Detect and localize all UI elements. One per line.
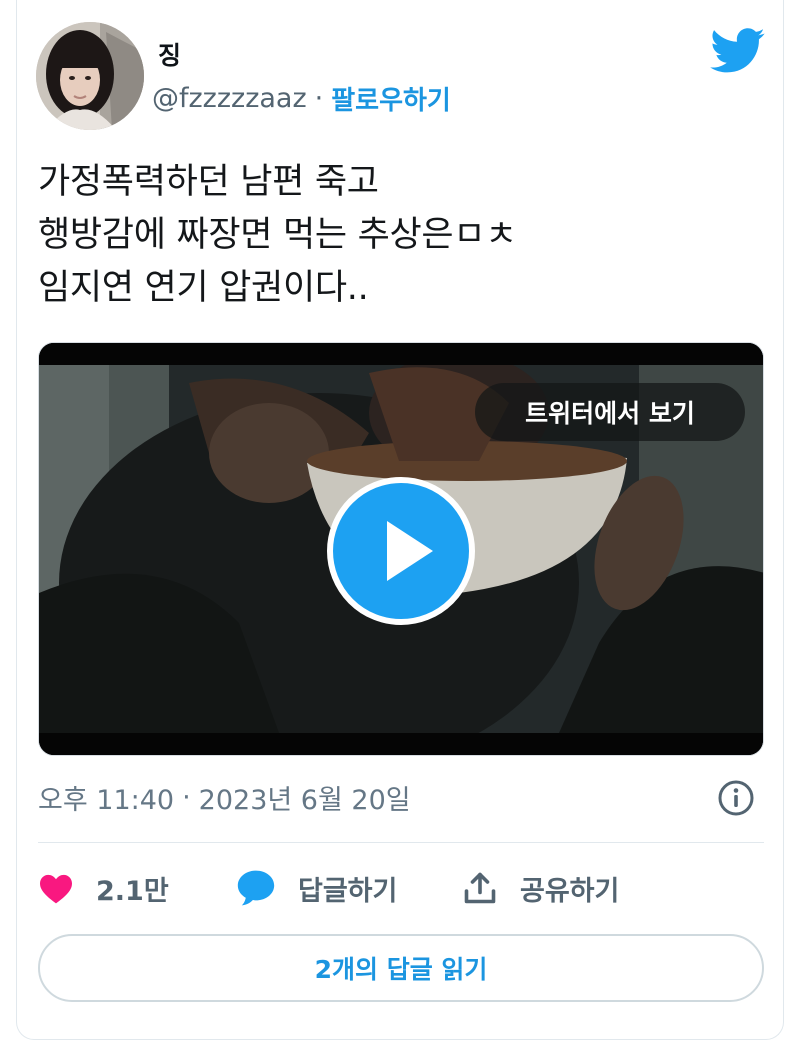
reply-button[interactable]: 답글하기 <box>236 862 397 914</box>
divider <box>38 842 764 843</box>
tweet-time: 오후 11:40 <box>38 785 175 816</box>
play-icon <box>387 521 433 581</box>
share-icon <box>464 872 496 904</box>
author-name[interactable]: 징 <box>158 36 181 72</box>
author-handle[interactable]: @fzzzzzaaz <box>152 83 307 114</box>
twitter-bird-icon[interactable] <box>710 28 766 74</box>
video-player[interactable]: 트위터에서 보기 <box>38 342 764 756</box>
tweet-date: 2023년 6월 20일 <box>198 785 411 816</box>
heart-icon <box>40 874 72 904</box>
separator-dot: · <box>182 782 191 813</box>
action-bar: 2.1만 답글하기 공유하기 <box>38 862 764 914</box>
tweet-text-line: 임지연 연기 압권이다.. <box>38 268 369 308</box>
play-button[interactable] <box>327 477 475 625</box>
view-on-twitter-button[interactable]: 트위터에서 보기 <box>475 383 745 441</box>
follow-button[interactable]: 팔로우하기 <box>331 80 451 117</box>
tweet-text-line: 행방감에 짜장면 먹는 추상은ㅁㅊ <box>38 215 518 255</box>
info-icon[interactable] <box>716 778 756 818</box>
tweet-text-line: 가정폭력하던 남편 죽고 <box>38 162 379 202</box>
avatar-image <box>36 22 144 130</box>
reply-label: 답글하기 <box>298 875 398 907</box>
avatar[interactable] <box>36 22 144 130</box>
timestamp[interactable]: 오후 11:40 · 2023년 6월 20일 <box>38 778 411 817</box>
like-count: 2.1만 <box>96 875 169 907</box>
author-handle-row: @fzzzzzaaz · 팔로우하기 <box>152 80 451 117</box>
share-label: 공유하기 <box>520 875 620 907</box>
separator-dot: · <box>314 83 324 114</box>
tweet-text: 가정폭력하던 남편 죽고 행방감에 짜장면 먹는 추상은ㅁㅊ 임지연 연기 압권… <box>38 156 758 315</box>
like-button[interactable]: 2.1만 <box>38 862 169 914</box>
read-replies-button[interactable]: 2개의 답글 읽기 <box>38 934 764 1002</box>
share-button[interactable]: 공유하기 <box>462 862 619 914</box>
speech-bubble-icon <box>237 870 275 906</box>
